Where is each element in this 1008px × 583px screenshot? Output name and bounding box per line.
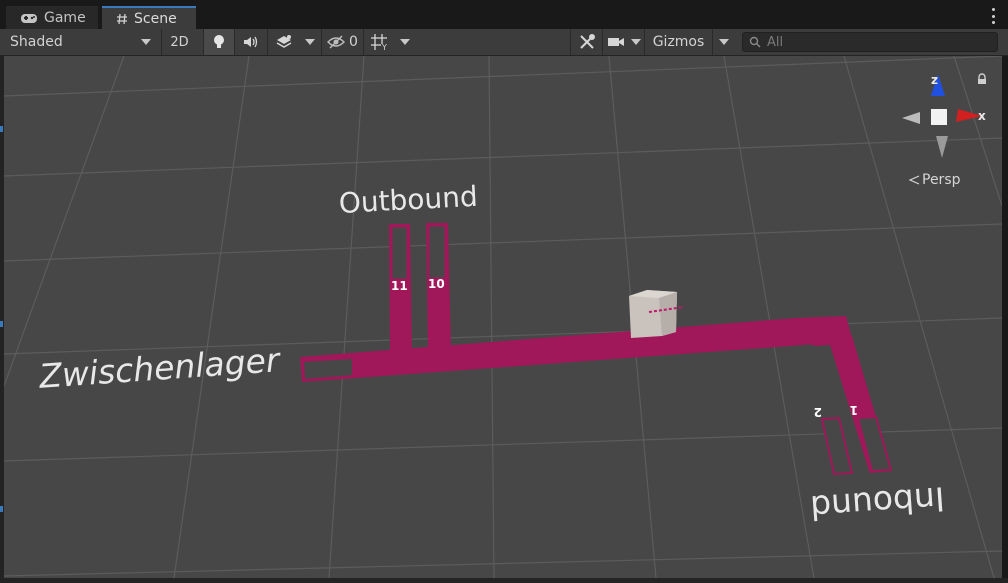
tools-icon: [579, 34, 595, 49]
lock-icon[interactable]: [977, 70, 987, 89]
effects-toggle[interactable]: [267, 29, 299, 55]
speaker-icon: [244, 36, 258, 48]
gizmos-dropdown[interactable]: [712, 29, 734, 55]
draw-mode-dropdown[interactable]: Shaded: [0, 29, 161, 55]
toggle-2d-label: 2D: [170, 34, 189, 50]
hash-icon: [116, 13, 128, 25]
gizmo-neg-x-cone[interactable]: [902, 112, 920, 124]
gizmo-y-cone[interactable]: [936, 136, 948, 158]
tab-game-label: Game: [44, 9, 86, 26]
hidden-count: 0: [349, 34, 358, 50]
tab-scene-label: Scene: [134, 10, 177, 27]
slot-10-label: 10: [428, 277, 445, 291]
slot-11-label: 11: [391, 279, 408, 293]
gizmo-x-label: x: [978, 109, 986, 123]
effects-dropdown[interactable]: [299, 29, 321, 55]
toggle-2d-button[interactable]: 2D: [161, 29, 197, 55]
orientation-gizmo[interactable]: z x: [896, 70, 986, 162]
gizmo-center-cube[interactable]: [931, 109, 947, 125]
tools-button[interactable]: [570, 29, 602, 55]
conveyor-track: 11 10 2 1: [300, 223, 893, 476]
hidden-objects-toggle[interactable]: 0: [321, 29, 363, 55]
chevron-down-icon: [718, 39, 729, 45]
chevron-down-icon: [631, 39, 641, 45]
eye-slash-icon: [327, 35, 346, 49]
window-bottom-edge: [0, 578, 1008, 583]
grid-toggle[interactable]: Y: [363, 29, 394, 55]
tab-scene[interactable]: Scene: [102, 6, 196, 29]
slot-2-label: 2: [814, 405, 822, 419]
grid-dropdown[interactable]: [394, 29, 416, 55]
gizmos-label: Gizmos: [652, 34, 705, 50]
more-options-icon[interactable]: [990, 8, 996, 24]
search-icon: [749, 36, 761, 48]
lighting-toggle[interactable]: [203, 29, 234, 55]
gamepad-icon: [20, 12, 38, 24]
camera-settings-button[interactable]: [602, 29, 629, 55]
unity-scene-window: Game Scene Shaded 2D 0 Y Gizmos All 11 1…: [0, 0, 1008, 583]
projection-label: Persp: [922, 172, 961, 188]
grid-icon: Y: [371, 34, 387, 51]
camera-icon: [608, 38, 624, 46]
chevron-down-icon: [141, 39, 151, 45]
tab-game[interactable]: Game: [6, 6, 98, 29]
gizmos-button[interactable]: Gizmos: [644, 29, 712, 55]
slot-1-label: 1: [850, 403, 858, 417]
draw-mode-label: Shaded: [10, 34, 63, 50]
scene-search-input[interactable]: All: [742, 32, 998, 52]
gizmo-z-label: z: [931, 73, 938, 87]
carrier-box: [629, 290, 685, 338]
svg-text:Y: Y: [381, 43, 387, 51]
audio-toggle[interactable]: [234, 29, 267, 55]
layers-icon: [276, 35, 291, 48]
scene-toolbar: Shaded 2D 0 Y Gizmos All: [0, 29, 1008, 56]
chevron-down-icon: [400, 39, 410, 45]
camera-dropdown[interactable]: [629, 29, 643, 55]
chevron-down-icon: [305, 39, 315, 45]
tab-bar: Game Scene: [0, 0, 1008, 29]
lightbulb-icon: [214, 35, 224, 48]
search-placeholder: All: [767, 34, 784, 50]
chevron-left-icon: [908, 175, 920, 185]
projection-toggle[interactable]: Persp: [908, 172, 961, 188]
